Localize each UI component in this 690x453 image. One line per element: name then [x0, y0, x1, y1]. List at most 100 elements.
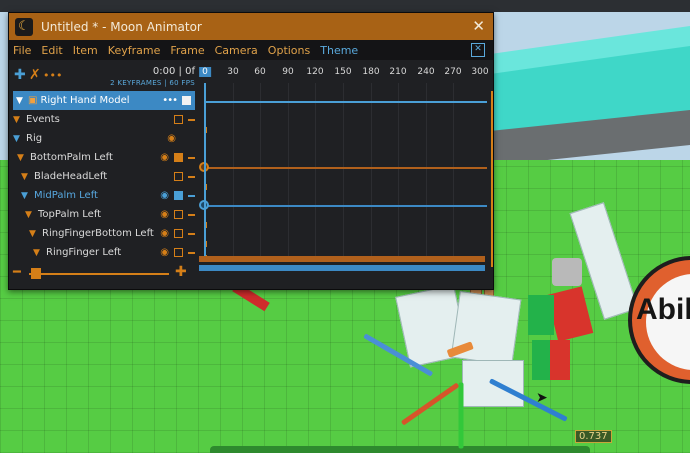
menu-theme[interactable]: Theme [316, 44, 364, 57]
tree-item-label: Events [26, 114, 60, 125]
tree-item-bladeheadleft[interactable]: ▼ BladeHeadLeft [9, 167, 199, 186]
tree-item-label: RingFingerBottom Left [42, 228, 154, 239]
timeline[interactable]: 0 30 60 90 120 150 180 210 240 270 300 [199, 61, 489, 289]
title-bar[interactable]: ☾ Untitled * - Moon Animator ✕ [9, 13, 493, 40]
tick-label: 240 [417, 67, 435, 77]
track-stub [188, 175, 195, 178]
track-stub [188, 251, 195, 254]
studio-topbar [0, 0, 690, 12]
expand-arrow-icon[interactable]: ▼ [33, 248, 43, 258]
zoom-control: ━ ✚ [13, 264, 191, 280]
tick-label: 210 [389, 67, 407, 77]
add-icon[interactable]: ✚ [14, 67, 26, 83]
zoom-track[interactable] [29, 273, 169, 275]
model-icon: ▣ [28, 95, 38, 106]
keyframe-toggle[interactable] [174, 115, 183, 124]
expand-arrow-icon[interactable]: ▼ [25, 210, 35, 220]
tree-item-right-hand-model[interactable]: ▼ ▣ Right Hand Model ••• [13, 91, 195, 110]
eye-icon[interactable]: ◉ [160, 190, 169, 201]
expand-arrow-icon[interactable]: ▼ [21, 172, 31, 182]
character-torso [528, 295, 554, 335]
more-icon[interactable]: ••• [43, 69, 62, 82]
moon-icon: ☾ [15, 17, 33, 36]
tick-label: 90 [282, 67, 294, 77]
zoom-in-icon[interactable]: ✚ [175, 264, 187, 280]
gridline [453, 83, 454, 259]
track-stub [188, 156, 195, 159]
options-icon[interactable]: ••• [162, 95, 178, 106]
menu-file[interactable]: File [9, 44, 37, 57]
eye-icon[interactable]: ◉ [160, 209, 169, 220]
expand-arrow-icon[interactable]: ▼ [17, 153, 27, 163]
track-line [205, 205, 487, 207]
tools-icon[interactable]: ✗ [29, 67, 41, 83]
tree-item-label: TopPalm Left [38, 209, 102, 220]
menu-keyframe[interactable]: Keyframe [104, 44, 167, 57]
expand-arrow-icon[interactable]: ▼ [13, 115, 23, 125]
vertical-scrollbar[interactable] [491, 91, 493, 267]
track-stub [188, 118, 195, 121]
menu-close-button[interactable]: ✕ [471, 43, 485, 57]
tree-item-label: RingFinger Left [46, 247, 122, 258]
zoom-slider-handle[interactable] [31, 268, 41, 279]
eye-icon[interactable]: ◉ [167, 133, 176, 144]
menu-camera[interactable]: Camera [211, 44, 264, 57]
tree-item-rig[interactable]: ▼ Rig ◉ [9, 129, 199, 148]
gridline [260, 83, 261, 259]
tree-item-label: BladeHeadLeft [34, 171, 108, 182]
frame-ruler[interactable]: 0 30 60 90 120 150 180 210 240 270 300 [199, 65, 489, 83]
gridline [315, 83, 316, 259]
tree-item-midpalm-left[interactable]: ▼ MidPalm Left ◉ [9, 186, 199, 205]
track-list: ▼ ▣ Right Hand Model ••• ▼ Events ▼ Rig … [9, 91, 199, 262]
tick-label: 150 [334, 67, 352, 77]
keyframe-toggle[interactable] [174, 172, 183, 181]
keyframe-toggle[interactable] [174, 191, 183, 200]
menu-edit[interactable]: Edit [37, 44, 68, 57]
character-leg [550, 340, 570, 380]
select-toggle[interactable] [182, 96, 191, 105]
gridline [426, 83, 427, 259]
range-bar-orange[interactable] [199, 256, 485, 262]
tree-item-ringfinger-left[interactable]: ▼ RingFinger Left ◉ [9, 243, 199, 262]
ice-block [450, 291, 522, 366]
moon-animator-window: ☾ Untitled * - Moon Animator ✕ File Edit… [8, 12, 494, 290]
menu-item[interactable]: Item [69, 44, 104, 57]
tree-item-ringfingerbottom-left[interactable]: ▼ RingFingerBottom Left ◉ [9, 224, 199, 243]
keyframe-toggle[interactable] [174, 210, 183, 219]
tree-item-toppalm-left[interactable]: ▼ TopPalm Left ◉ [9, 205, 199, 224]
tree-item-label: Rig [26, 133, 43, 144]
keyframe-toggle[interactable] [174, 153, 183, 162]
expand-arrow-icon[interactable]: ▼ [21, 191, 31, 201]
eye-icon[interactable]: ◉ [160, 228, 169, 239]
eye-icon[interactable]: ◉ [160, 152, 169, 163]
range-bar-blue[interactable] [199, 265, 485, 271]
menu-bar: File Edit Item Keyframe Frame Camera Opt… [9, 40, 493, 60]
keyframe-toggle[interactable] [174, 248, 183, 257]
expand-arrow-icon[interactable]: ▼ [16, 96, 26, 106]
tick-label: 120 [306, 67, 324, 77]
zoom-out-icon[interactable]: ━ [13, 265, 21, 280]
tree-item-label: Right Hand Model [40, 95, 130, 106]
menu-options[interactable]: Options [264, 44, 316, 57]
track-line [205, 167, 487, 169]
track-grid[interactable] [199, 83, 489, 261]
time-display: 0:00 | 0f [152, 66, 195, 77]
keyframe-toggle[interactable] [174, 229, 183, 238]
tree-item-events[interactable]: ▼ Events [9, 110, 199, 129]
selected-track-line [205, 101, 487, 103]
floor-bar [210, 446, 590, 453]
tick-label: 180 [362, 67, 380, 77]
track-stub [188, 194, 195, 197]
playhead[interactable] [204, 83, 206, 259]
gridline [233, 83, 234, 259]
tick-label: 0 [199, 67, 211, 77]
expand-arrow-icon[interactable]: ▼ [13, 134, 23, 144]
eye-icon[interactable]: ◉ [160, 247, 169, 258]
menu-frame[interactable]: Frame [166, 44, 210, 57]
tree-item-bottompalm-left[interactable]: ▼ BottomPalm Left ◉ [9, 148, 199, 167]
close-button[interactable]: ✕ [472, 17, 485, 35]
tree-item-label: BottomPalm Left [30, 152, 113, 163]
expand-arrow-icon[interactable]: ▼ [29, 229, 39, 239]
keyframe-count: 2 KEYFRAMES | 60 FPS [110, 79, 195, 87]
move-handle-green[interactable] [458, 382, 464, 449]
